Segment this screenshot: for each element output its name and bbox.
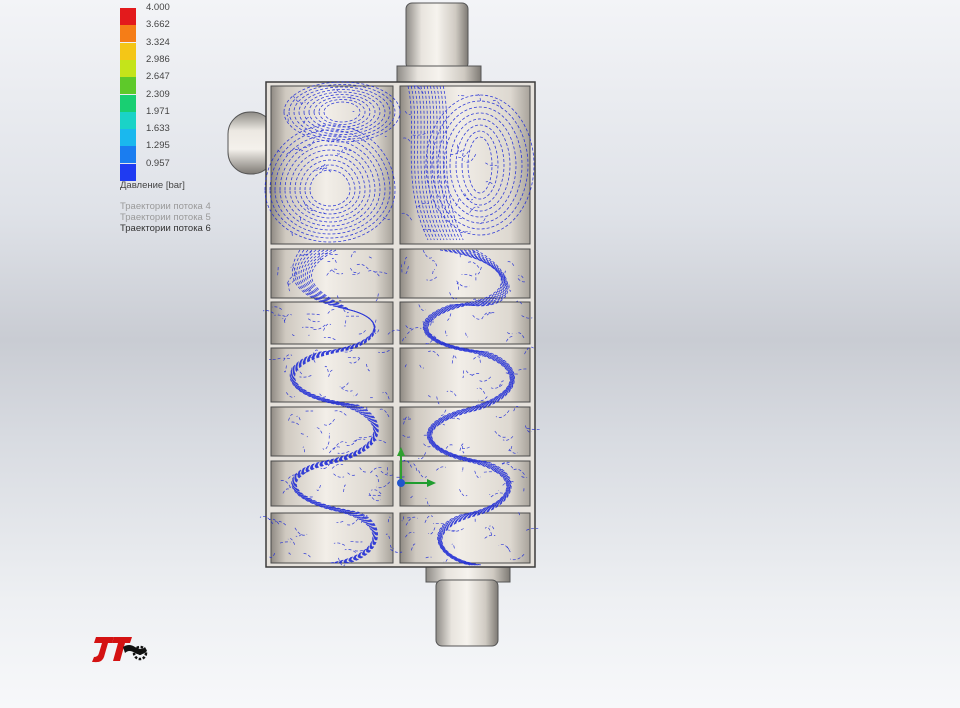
chamber-cell [399, 301, 531, 345]
outlet-pipe-bottom [425, 565, 511, 647]
chamber-cell [399, 85, 531, 245]
chamber-cell [270, 460, 394, 507]
jt-lab-logo [92, 637, 148, 663]
chamber-cell [399, 406, 531, 457]
chamber-cell [270, 301, 394, 345]
outlet-pipe-top [396, 2, 482, 83]
muffler-flow-view[interactable] [0, 0, 960, 708]
chamber-cell [399, 512, 531, 564]
chamber-cell [270, 347, 394, 403]
muffler-chambers [270, 85, 531, 564]
